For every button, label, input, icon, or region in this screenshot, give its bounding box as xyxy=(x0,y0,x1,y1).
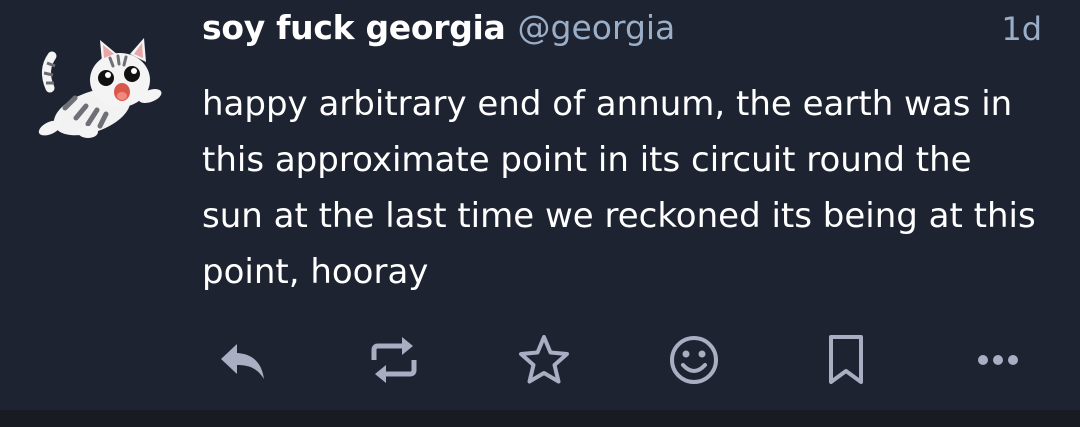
post-actions-bar xyxy=(212,330,1032,390)
relative-timestamp[interactable]: 1d xyxy=(1001,10,1042,48)
display-name[interactable]: soy fuck georgia xyxy=(202,8,506,47)
reply-icon xyxy=(221,344,264,379)
boost-button[interactable] xyxy=(364,330,424,390)
post-content: happy arbitrary end of annum, the earth … xyxy=(202,84,1036,292)
emoji-reaction-icon xyxy=(670,336,718,384)
more-options-button[interactable] xyxy=(968,330,1028,390)
post-header: soy fuck georgia @georgia xyxy=(202,8,675,54)
emoji-reaction-button[interactable] xyxy=(664,330,724,390)
cat-avatar-image xyxy=(38,38,162,138)
avatar[interactable] xyxy=(30,30,170,150)
bookmark-icon xyxy=(829,335,863,384)
account-handle[interactable]: @georgia xyxy=(518,8,676,47)
favourite-star-icon xyxy=(519,335,569,384)
post-divider xyxy=(0,410,1080,427)
more-options-icon xyxy=(978,355,1018,365)
bookmark-button[interactable] xyxy=(816,330,876,390)
post-card[interactable]: soy fuck georgia @georgia 1d happy arbit… xyxy=(0,0,1080,410)
boost-icon xyxy=(371,337,417,383)
favourite-button[interactable] xyxy=(514,330,574,390)
reply-button[interactable] xyxy=(212,330,272,390)
